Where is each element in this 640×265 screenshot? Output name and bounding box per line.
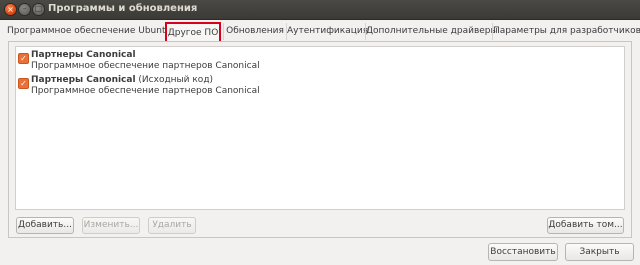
source-subtitle: Программное обеспечение партнеров Canoni… (31, 61, 260, 71)
source-title: Партнеры Canonical (31, 50, 136, 60)
source-subtitle: Программное обеспечение партнеров Canoni… (31, 86, 260, 96)
source-checkbox[interactable]: ✓ (18, 78, 29, 89)
tab-ubuntu-software[interactable]: Программное обеспечение Ubuntu (7, 23, 171, 40)
sources-list[interactable]: ✓ Партнеры Canonical Программное обеспеч… (15, 46, 625, 210)
source-title-suffix: (Исходный код) (135, 75, 214, 85)
tab-authentication[interactable]: Аутентификация (286, 23, 368, 40)
edit-source-button[interactable]: Изменить... (82, 217, 140, 234)
tab-bar: Программное обеспечение Ubuntu Другое ПО… (7, 22, 640, 41)
remove-source-button[interactable]: Удалить (148, 217, 196, 234)
tab-other-software[interactable]: Другое ПО (165, 22, 221, 41)
add-volume-button[interactable]: Добавить том... (547, 217, 624, 234)
tab-updates[interactable]: Обновления (223, 23, 286, 40)
source-title: Партнеры Canonical (Исходный код) (31, 75, 214, 85)
add-source-button[interactable]: Добавить... (16, 217, 74, 234)
other-software-panel: ✓ Партнеры Canonical Программное обеспеч… (8, 41, 632, 238)
tab-developer-options[interactable]: Параметры для разработчиков (492, 23, 640, 40)
window-maximize-button[interactable]: □ (33, 4, 44, 15)
window-titlebar: × – □ Программы и обновления (0, 0, 640, 20)
revert-button[interactable]: Восстановить (488, 243, 558, 261)
window-minimize-button[interactable]: – (19, 4, 30, 15)
close-button[interactable]: Закрыть (565, 243, 634, 261)
source-checkbox[interactable]: ✓ (18, 53, 29, 64)
list-item[interactable]: ✓ Партнеры Canonical Программное обеспеч… (16, 49, 624, 74)
window-title: Программы и обновления (48, 3, 198, 14)
tab-additional-drivers[interactable]: Дополнительные драйверы (365, 23, 498, 40)
list-item[interactable]: ✓ Партнеры Canonical (Исходный код) Прог… (16, 74, 624, 99)
window-close-button[interactable]: × (5, 4, 16, 15)
